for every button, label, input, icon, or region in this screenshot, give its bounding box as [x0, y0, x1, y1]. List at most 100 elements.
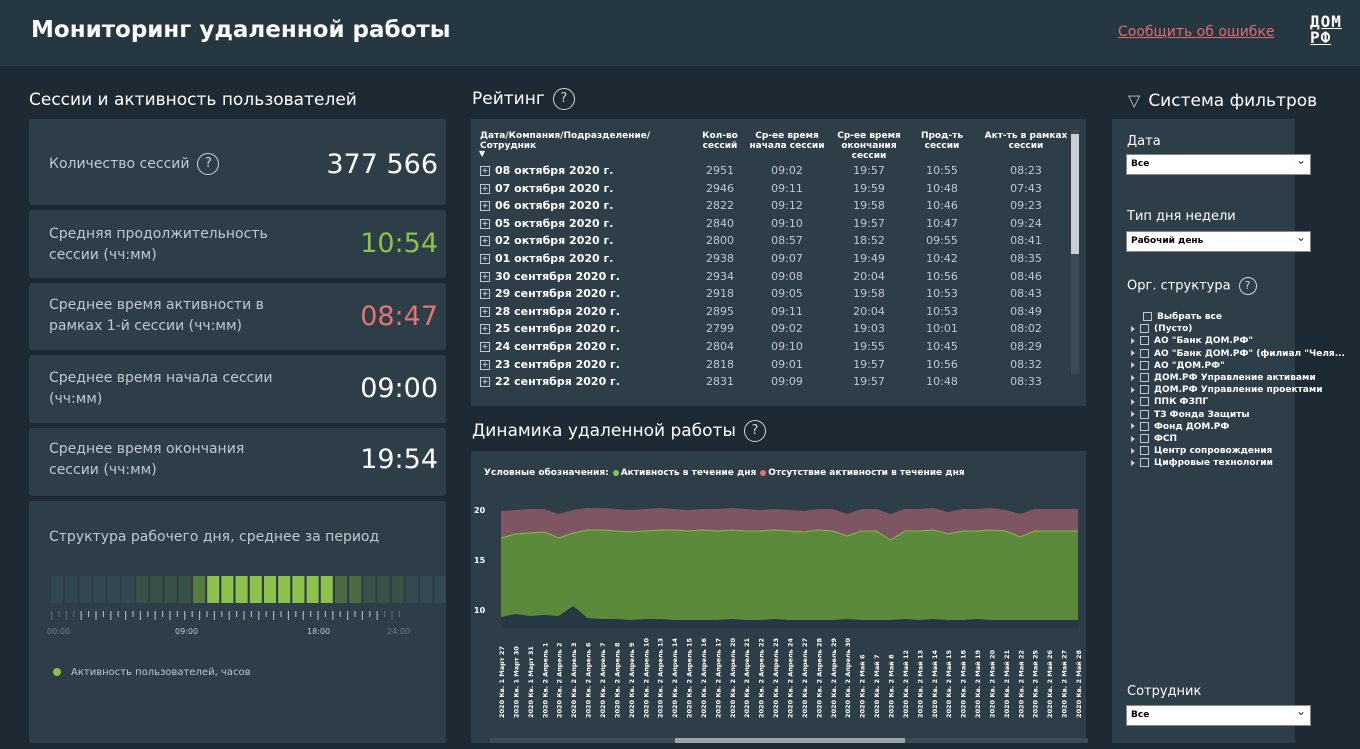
expand-icon[interactable]: +: [480, 201, 490, 212]
checkbox[interactable]: [1143, 312, 1152, 321]
table-cell: 07:43: [1010, 181, 1042, 195]
help-icon[interactable]: ?: [743, 420, 766, 442]
table-cell: 09:55: [926, 234, 958, 248]
table-row[interactable]: +07 октября 2020 г. 2946 09:11 19:59 10:48 07…: [471, 182, 1071, 200]
table-row[interactable]: +08 октября 2020 г. 2951 09:02 19:57 10:55 08…: [471, 164, 1071, 182]
employee-dropdown[interactable]: Все ⌄: [1126, 704, 1311, 726]
date-dropdown[interactable]: Все ⌄: [1126, 153, 1311, 175]
kpi-value: 377 566: [326, 149, 438, 180]
table-row[interactable]: +24 сентября 2020 г. 2804 09:10 19:55 10:45 0…: [471, 340, 1071, 358]
report-error-link[interactable]: Сообщить об ошибке: [1118, 24, 1275, 40]
daytype-dropdown[interactable]: Рабочий день ⌄: [1126, 230, 1311, 252]
expand-arrow-icon[interactable]: [1131, 386, 1135, 393]
checkbox[interactable]: [1140, 409, 1149, 419]
expand-arrow-icon[interactable]: [1131, 423, 1135, 430]
table-row[interactable]: +22 сентября 2020 г. 2831 09:09 19:57 10:48 0…: [471, 375, 1071, 387]
expand-arrow-icon[interactable]: [1131, 398, 1135, 405]
org-tree-item[interactable]: Выбрать все: [1143, 311, 1222, 323]
table-row[interactable]: +05 октября 2020 г. 2840 09:10 19:57 10:47 09…: [471, 217, 1071, 235]
org-tree-item[interactable]: ФСП: [1131, 433, 1177, 445]
expand-icon[interactable]: +: [480, 183, 490, 194]
expand-icon[interactable]: +: [480, 342, 490, 352]
heatmap-tick: [80, 611, 82, 620]
checkbox[interactable]: [1140, 360, 1149, 370]
heatmap-cell: [136, 576, 149, 603]
org-tree-item[interactable]: ТЗ Фонда Защиты: [1131, 409, 1250, 421]
expand-icon[interactable]: +: [480, 236, 490, 247]
checkbox[interactable]: [1140, 421, 1149, 431]
table-row[interactable]: +02 октября 2020 г. 2800 08:57 18:52 09:55 08…: [471, 234, 1071, 252]
x-tick-label: 2020 Кв. 2 Апрель 7: [599, 642, 607, 718]
x-tick-label: 2020 Кв. 2 Апрель 28: [815, 637, 823, 718]
org-tree-item[interactable]: Центр сопровождения: [1131, 445, 1272, 457]
table-row[interactable]: +28 сентября 2020 г. 2895 09:11 20:04 10:53 0…: [471, 305, 1071, 323]
expand-icon[interactable]: +: [480, 218, 490, 229]
kpi-label: Средняя продолжительность сессии (чч:мм): [49, 226, 268, 263]
heatmap-tick: [139, 611, 141, 620]
heatmap-tick: [228, 611, 230, 620]
help-icon[interactable]: ?: [197, 153, 220, 175]
expand-arrow-icon[interactable]: [1131, 411, 1135, 418]
expand-icon[interactable]: +: [480, 377, 490, 387]
org-tree-item[interactable]: (Пусто): [1131, 323, 1192, 335]
checkbox[interactable]: [1140, 458, 1149, 468]
heatmap-cell: [107, 576, 120, 603]
expand-icon[interactable]: +: [480, 289, 490, 300]
table-row[interactable]: +25 сентября 2020 г. 2799 09:02 19:03 10:01 0…: [471, 322, 1071, 340]
table-cell: 19:57: [853, 216, 885, 230]
rating-scrollbar[interactable]: [1071, 130, 1079, 374]
org-tree-item[interactable]: АО "ДОМ.РФ": [1131, 360, 1225, 372]
series-area-active: [501, 530, 1078, 620]
checkbox[interactable]: [1140, 446, 1149, 456]
org-tree-item[interactable]: Фонд ДОМ.РФ: [1131, 421, 1229, 433]
org-tree-item[interactable]: АО "Банк ДОМ.РФ": [1131, 335, 1253, 347]
expand-icon[interactable]: +: [480, 359, 490, 370]
expand-arrow-icon[interactable]: [1131, 325, 1135, 332]
rating-title: Рейтинг?: [472, 88, 575, 110]
expand-icon[interactable]: +: [480, 324, 490, 335]
checkbox[interactable]: [1140, 373, 1149, 382]
expand-arrow-icon[interactable]: [1131, 337, 1135, 344]
row-date: +24 сентября 2020 г.: [480, 340, 620, 353]
chart-horizontal-scrollbar[interactable]: [490, 738, 1088, 743]
expand-icon[interactable]: +: [480, 271, 490, 282]
org-tree-item[interactable]: ППК ФЗПГ: [1131, 396, 1208, 408]
x-tick-label: 2020 Кв. 2 Май 7: [873, 655, 881, 719]
org-tree-item[interactable]: АО "Банк ДОМ.РФ" (филиал "Челя...: [1131, 348, 1345, 360]
x-tick-label: 2020 Кв. 1 Март 27: [498, 646, 506, 718]
table-cell: 2800: [706, 234, 734, 248]
expand-arrow-icon[interactable]: [1131, 350, 1135, 357]
help-icon[interactable]: ?: [1238, 277, 1257, 295]
expand-arrow-icon[interactable]: [1131, 459, 1135, 466]
table-cell: 08:33: [1010, 375, 1042, 387]
expand-icon[interactable]: +: [480, 254, 490, 264]
checkbox[interactable]: [1140, 336, 1149, 346]
checkbox[interactable]: [1140, 397, 1149, 407]
table-row[interactable]: +06 октября 2020 г. 2822 09:12 19:58 10:46 09…: [471, 199, 1071, 217]
org-tree-item[interactable]: ДОМ.РФ Управление проектами: [1131, 384, 1323, 396]
table-cell: 09:07: [771, 252, 803, 265]
expand-arrow-icon[interactable]: [1131, 447, 1135, 454]
heatmap-cell: [79, 576, 92, 603]
x-tick-label: 2020 Кв. 2 Май 14: [931, 650, 939, 718]
expand-arrow-icon[interactable]: [1131, 435, 1135, 442]
table-cell: 10:47: [926, 216, 958, 230]
heatmap-tick: [295, 611, 297, 617]
checkbox[interactable]: [1140, 324, 1149, 334]
expand-arrow-icon[interactable]: [1131, 374, 1135, 381]
checkbox[interactable]: [1140, 385, 1149, 395]
table-row[interactable]: +23 сентября 2020 г. 2818 09:01 19:57 10:56 0…: [471, 358, 1071, 376]
table-row[interactable]: +29 сентября 2020 г. 2918 09:05 19:58 10:53 0…: [471, 287, 1071, 305]
expand-icon[interactable]: +: [480, 166, 490, 176]
org-tree-item[interactable]: ДОМ.РФ Управление активами: [1131, 372, 1316, 384]
org-tree-item[interactable]: Цифровые технологии: [1131, 457, 1273, 469]
expand-arrow-icon[interactable]: [1131, 362, 1135, 369]
expand-icon[interactable]: +: [480, 306, 490, 317]
chevron-down-icon: ⌄: [1295, 153, 1306, 167]
checkbox[interactable]: [1140, 434, 1149, 443]
checkbox[interactable]: [1140, 348, 1149, 358]
table-cell: 19:55: [853, 340, 885, 353]
table-row[interactable]: +01 октября 2020 г. 2938 09:07 19:49 10:42 08…: [471, 252, 1071, 270]
help-icon[interactable]: ?: [552, 88, 575, 110]
table-row[interactable]: +30 сентября 2020 г. 2934 09:08 20:04 10:56 0…: [471, 270, 1071, 288]
